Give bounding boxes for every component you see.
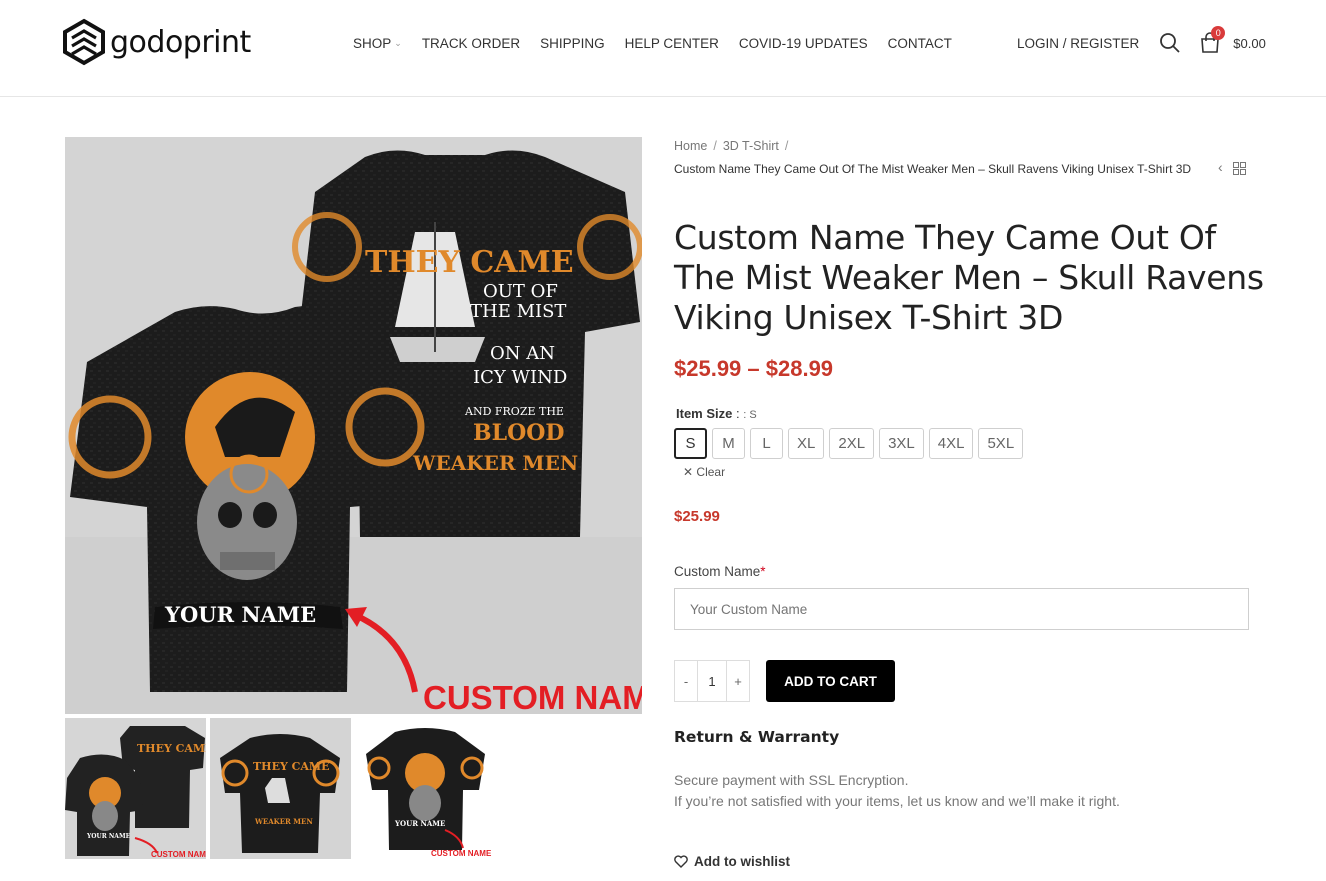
custom-name-input[interactable] — [674, 588, 1249, 630]
product-thumbnails: THEY CAME YOUR NAME CUSTOM NAME THEY CAM… — [65, 718, 496, 859]
quantity-stepper: - 1 + — [674, 660, 750, 702]
thumb-sub-text: WEAKER MEN — [254, 817, 313, 826]
nav-item-label: TRACK ORDER — [421, 36, 521, 51]
return-warranty-title: Return & Warranty — [674, 728, 840, 746]
breadcrumb-home[interactable]: Home — [674, 139, 707, 153]
thumbnail-image: THEY CAME WEAKER MEN — [210, 718, 351, 859]
size-selected-value: : S — [743, 409, 757, 421]
size-label: Item Size : : S — [676, 406, 757, 421]
main-nav: SHOP ⌄ TRACK ORDER SHIPPING HELP CENTER … — [353, 36, 972, 51]
nav-item-shop[interactable]: SHOP ⌄ — [353, 36, 402, 51]
required-marker: * — [760, 564, 766, 579]
variant-price: $25.99 — [674, 508, 720, 525]
size-option-4xl[interactable]: 4XL — [928, 428, 974, 459]
clear-label: Clear — [696, 465, 726, 479]
size-label-text: Item Size — [676, 406, 733, 421]
cart-total[interactable]: $0.00 — [1233, 36, 1266, 51]
thumbnail-3[interactable]: YOUR NAME CUSTOM NAME — [355, 718, 496, 859]
nav-item-contact[interactable]: CONTACT — [888, 36, 952, 51]
size-option-xl[interactable]: XL — [788, 428, 825, 459]
price-range: $25.99 – $28.99 — [674, 356, 834, 381]
breadcrumb-current: Custom Name They Came Out Of The Mist We… — [674, 162, 1192, 176]
thumbnail-image: THEY CAME YOUR NAME CUSTOM NAME — [65, 718, 206, 859]
tshirt-mockup-image: THEY CAME OUT OF THE MIST ON AN ICY WIND… — [65, 137, 642, 714]
wishlist-label: Add to wishlist — [694, 854, 790, 869]
custom-name-label-text: Custom Name — [674, 564, 761, 579]
front-name-print: YOUR NAME — [164, 602, 316, 627]
back-print-line-7: BLOOD — [473, 420, 564, 446]
quantity-decrease-button[interactable]: - — [675, 661, 697, 701]
product-main-image[interactable]: THEY CAME OUT OF THE MIST ON AN ICY WIND… — [65, 137, 642, 714]
return-warranty-text: Secure payment with SSL Encryption. If y… — [674, 770, 1120, 812]
back-print-line-4: ON AN — [490, 343, 555, 364]
size-option-3xl[interactable]: 3XL — [879, 428, 924, 459]
back-print-line-1: THEY CAME — [365, 245, 574, 280]
close-icon: ✕ — [683, 465, 694, 479]
quantity-input[interactable]: 1 — [697, 661, 727, 701]
return-line-2: If you’re not satisfied with your items,… — [674, 793, 1120, 809]
chevron-left-icon[interactable]: ‹ — [1218, 159, 1223, 175]
grid-icon[interactable] — [1232, 162, 1246, 175]
back-print-line-6: AND FROZE THE — [464, 405, 564, 418]
site-header: godoprint SHOP ⌄ TRACK ORDER SHIPPING HE… — [0, 0, 1326, 97]
breadcrumb: Home / 3D T-Shirt / — [674, 139, 1254, 153]
chevron-down-icon: ⌄ — [394, 38, 402, 48]
thumb-back-text: THEY CAME — [137, 742, 206, 755]
product-summary: Home / 3D T-Shirt / Custom Name They Cam… — [674, 139, 1254, 179]
size-option-2xl[interactable]: 2XL — [829, 428, 875, 459]
back-print-line-2: OUT OF — [483, 281, 558, 302]
thumb-name-text: YOUR NAME — [394, 819, 445, 828]
back-print-line-8: WEAKER MEN — [412, 451, 578, 475]
return-line-1: Secure payment with SSL Encryption. — [674, 772, 909, 788]
login-register-link[interactable]: LOGIN / REGISTER — [1017, 36, 1139, 51]
logo-text: godoprint — [110, 24, 251, 60]
custom-name-label: Custom Name* — [674, 564, 766, 579]
size-option-m[interactable]: M — [712, 428, 745, 459]
custom-name-callout: CUSTOM NAME — [423, 679, 642, 714]
cart-button[interactable]: 0 — [1199, 26, 1226, 54]
thumbnail-1[interactable]: THEY CAME YOUR NAME CUSTOM NAME — [65, 718, 206, 859]
thumb-name-text: YOUR NAME — [86, 833, 131, 840]
nav-item-track-order[interactable]: TRACK ORDER — [422, 36, 520, 51]
breadcrumb-separator: / — [784, 139, 789, 153]
cart-count-badge: 0 — [1211, 26, 1226, 40]
thumb-custom-text: CUSTOM NAME — [151, 850, 206, 859]
search-icon[interactable] — [1159, 32, 1181, 54]
size-label-colon: : — [735, 406, 740, 421]
thumb-custom-text: CUSTOM NAME — [431, 849, 492, 858]
nav-item-label: CONTACT — [887, 36, 952, 51]
add-to-wishlist-link[interactable]: Add to wishlist — [674, 854, 790, 869]
breadcrumb-category[interactable]: 3D T-Shirt — [723, 139, 779, 153]
brand-logo[interactable]: godoprint — [62, 18, 251, 66]
thumbnail-image: YOUR NAME CUSTOM NAME — [355, 718, 496, 859]
product-title: Custom Name They Came Out Of The Mist We… — [674, 218, 1264, 337]
size-option-l[interactable]: L — [750, 428, 783, 459]
quantity-increase-button[interactable]: + — [727, 661, 749, 701]
heart-icon — [674, 855, 688, 868]
logo-mark-icon — [63, 18, 105, 66]
size-options: S M L XL 2XL 3XL 4XL 5XL — [674, 428, 1024, 459]
nav-item-label: HELP CENTER — [624, 36, 719, 51]
nav-item-help-center[interactable]: HELP CENTER — [625, 36, 719, 51]
thumbnail-2[interactable]: THEY CAME WEAKER MEN — [210, 718, 351, 859]
size-option-5xl[interactable]: 5XL — [978, 428, 1024, 459]
thumb-back-text: THEY CAME — [253, 760, 330, 773]
nav-item-label: SHOP — [353, 36, 392, 51]
nav-item-shipping[interactable]: SHIPPING — [540, 36, 605, 51]
clear-selection-link[interactable]: ✕ Clear — [683, 465, 725, 479]
nav-item-covid-updates[interactable]: COVID-19 UPDATES — [739, 36, 868, 51]
breadcrumb-separator: / — [713, 139, 717, 153]
back-print-line-3: THE MIST — [470, 301, 566, 322]
nav-item-label: SHIPPING — [540, 36, 605, 51]
header-actions: LOGIN / REGISTER 0 $0.00 — [1017, 26, 1266, 54]
nav-item-label: COVID-19 UPDATES — [738, 36, 868, 51]
back-print-line-5: ICY WIND — [473, 367, 567, 388]
add-to-cart-button[interactable]: ADD TO CART — [766, 660, 895, 702]
product-navigation: ‹ — [1218, 159, 1246, 175]
size-option-s[interactable]: S — [674, 428, 707, 459]
